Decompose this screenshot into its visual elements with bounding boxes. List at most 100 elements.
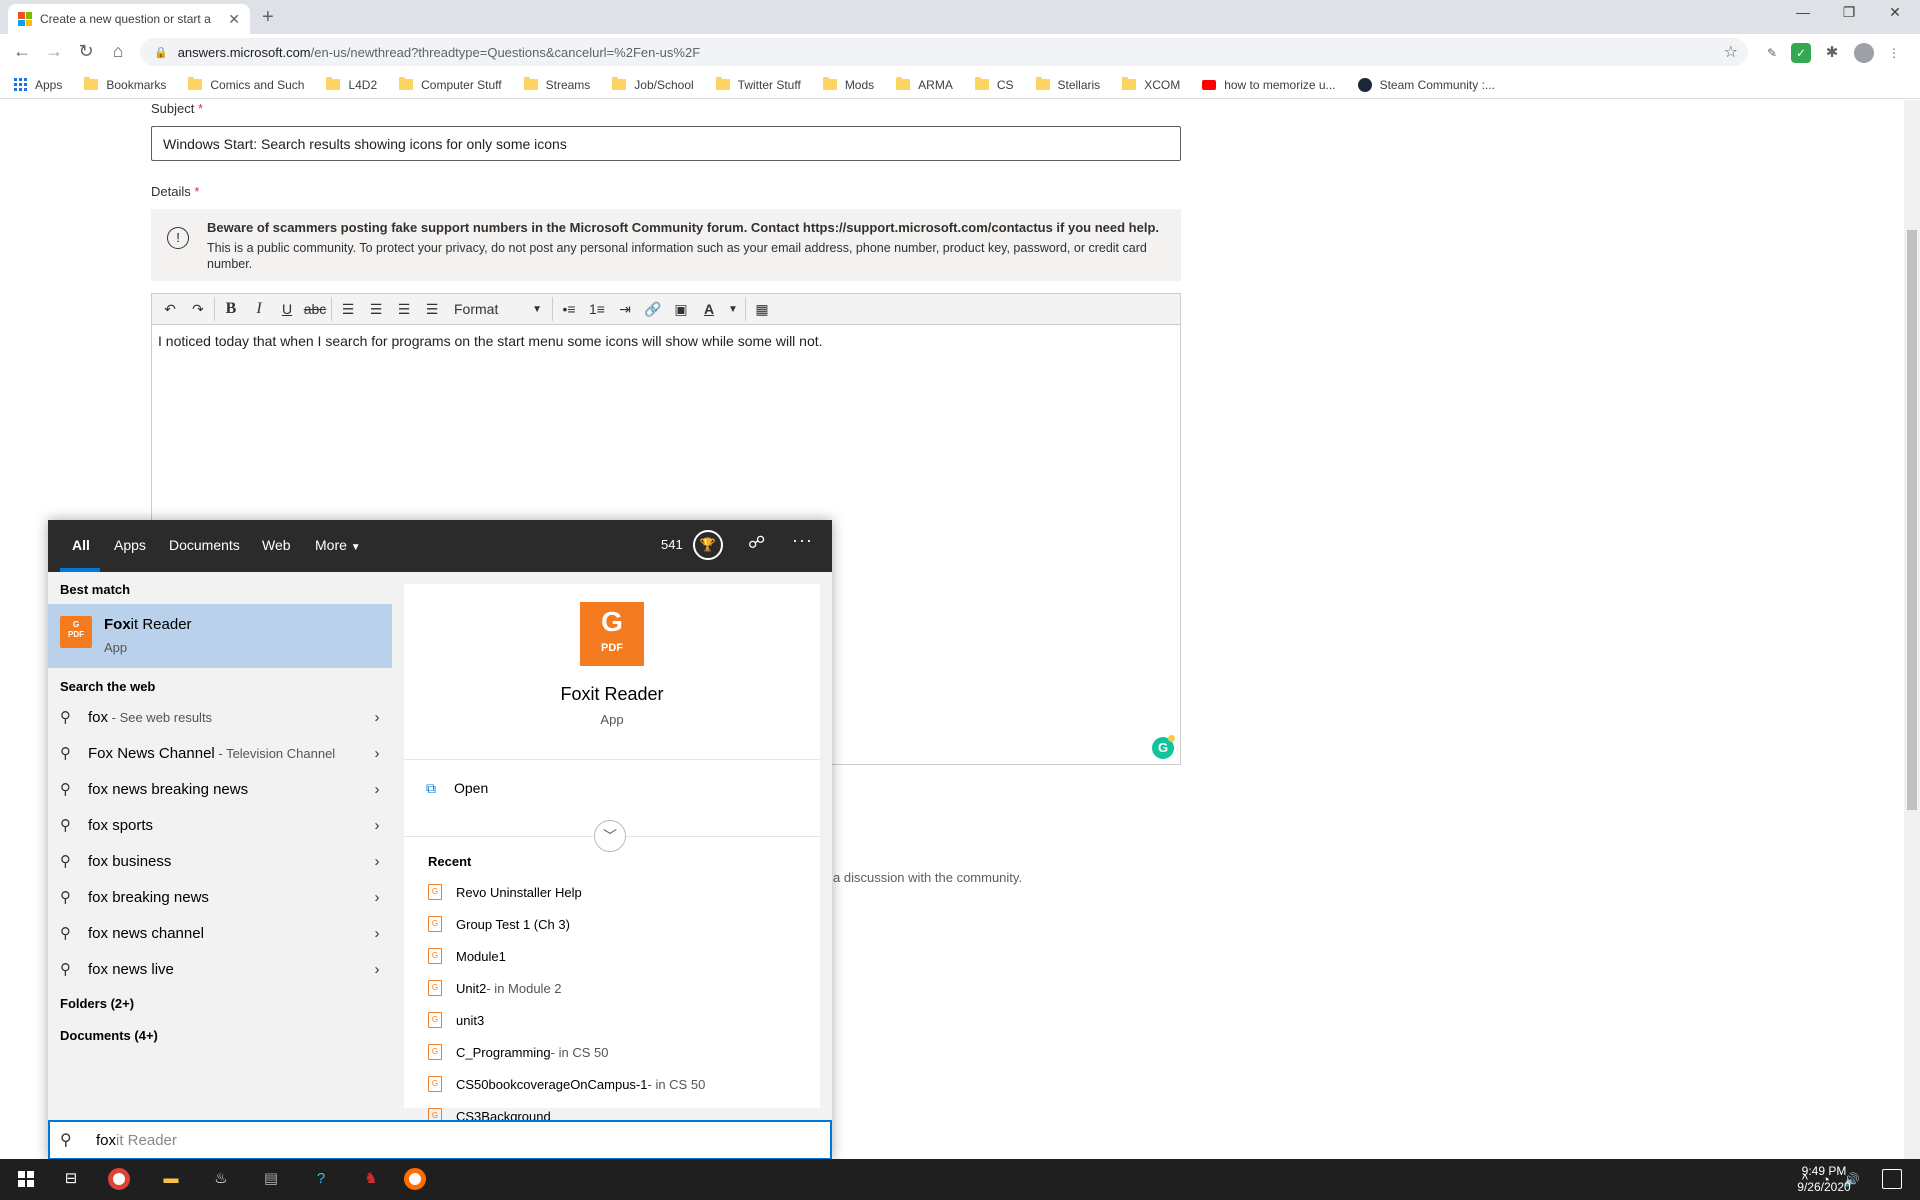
align-right-icon[interactable]: ☰ [390,295,418,323]
system-clock[interactable]: 9:49 PM 9/26/2020 [1784,1163,1864,1195]
indent-icon[interactable]: ⇥ [611,295,639,323]
chevron-right-icon[interactable]: › [362,745,392,762]
best-match-result[interactable]: G PDF Foxit Reader App [48,604,392,668]
bookmark-item[interactable]: ARMA [896,77,953,92]
bookmark-item[interactable]: Computer Stuff [399,77,502,92]
chevron-right-icon[interactable]: › [362,853,392,870]
browser-taskbar-icon[interactable] [404,1168,426,1190]
close-window-button[interactable]: ✕ [1872,4,1918,21]
redo-icon[interactable]: ↷ [184,295,212,323]
chevron-right-icon[interactable]: › [362,961,392,978]
bookmark-item[interactable]: Stellaris [1035,77,1100,92]
recent-file-row[interactable]: G Group Test 1 (Ch 3) [428,908,570,940]
tab-more[interactable]: More ▼ [315,537,361,553]
tab-apps[interactable]: Apps [114,537,146,553]
tab-web[interactable]: Web [262,537,291,553]
bookmark-item[interactable]: Streams [523,77,590,92]
subject-input[interactable]: Windows Start: Search results showing ic… [151,126,1181,161]
chevron-right-icon[interactable]: › [362,781,392,798]
task-view-icon[interactable]: ⊟ [58,1166,84,1192]
feedback-icon[interactable]: ☍ [748,533,765,553]
new-tab-button[interactable]: + [262,6,274,29]
steam-taskbar-icon[interactable]: ♨ [208,1166,234,1192]
search-input[interactable]: ⚲ fox it Reader [48,1120,832,1160]
recent-file-row[interactable]: G C_Programming - in CS 50 [428,1036,608,1068]
game-taskbar-icon[interactable]: ♞ [358,1166,384,1192]
page-scrollbar[interactable] [1904,100,1920,1159]
extensions-puzzle-icon[interactable]: ✱ [1822,43,1842,63]
recent-file-row[interactable]: G CS50bookcoverageOnCampus-1 - in CS 50 [428,1068,705,1100]
undo-icon[interactable]: ↶ [156,295,184,323]
bookmark-item[interactable]: XCOM [1122,77,1180,92]
bold-button[interactable]: B [217,295,245,323]
start-button[interactable] [13,1166,39,1192]
underline-button[interactable]: U [273,295,301,323]
chevron-right-icon[interactable]: › [362,889,392,906]
bookmark-item[interactable]: CS [974,77,1014,92]
address-bar[interactable]: 🔒 answers.microsoft.com/en-us/newthread?… [140,38,1748,66]
forward-button[interactable]: → [42,41,66,62]
folders-heading[interactable]: Folders (2+) [60,996,134,1011]
extension-icon-2[interactable]: ✓ [1791,43,1811,63]
extension-icon-1[interactable]: ✎ [1762,43,1782,63]
web-result-row[interactable]: ⚲ Fox News Channel - Television Channel › [48,735,392,771]
recent-file-row[interactable]: Gunit3 [428,1004,484,1036]
open-action[interactable]: ⧉ Open [404,770,820,806]
help-taskbar-icon[interactable]: ? [308,1166,334,1192]
align-justify-icon[interactable]: ☰ [418,295,446,323]
recent-file-row[interactable]: G Unit2 - in Module 2 [428,972,562,1004]
lock-icon[interactable]: 🔒 [154,46,168,59]
menu-kebab-icon[interactable]: ⋮ [1884,43,1904,63]
image-icon[interactable]: ▣ [667,295,695,323]
scrollbar-thumb[interactable] [1907,230,1917,810]
align-center-icon[interactable]: ☰ [362,295,390,323]
web-result-row[interactable]: ⚲ fox news breaking news › [48,771,392,807]
align-left-icon[interactable]: ☰ [334,295,362,323]
web-result-row[interactable]: ⚲ fox breaking news › [48,879,392,915]
chevron-right-icon[interactable]: › [362,817,392,834]
tab-all[interactable]: All [72,537,90,553]
web-result-row[interactable]: ⚲ fox - See web results › [48,699,392,735]
bookmark-item[interactable]: how to memorize u... [1202,78,1336,92]
chevron-right-icon[interactable]: › [362,925,392,942]
browser-tab[interactable]: Create a new question or start a ✕ [8,4,250,34]
bookmark-star-icon[interactable]: ☆ [1724,42,1738,62]
bookmark-item[interactable]: Bookmarks [84,77,166,92]
more-options-icon[interactable]: ··· [792,530,813,551]
chevron-right-icon[interactable]: › [362,709,392,726]
chrome-taskbar-icon[interactable] [108,1168,130,1190]
table-icon[interactable]: ▦ [748,295,776,323]
bookmark-item[interactable]: Mods [822,77,874,92]
tab-documents[interactable]: Documents [169,537,240,553]
bookmark-item[interactable]: Comics and Such [188,77,304,92]
back-button[interactable]: ← [10,41,34,62]
home-button[interactable]: ⌂ [106,41,130,62]
minimize-button[interactable]: — [1780,4,1826,20]
action-center-icon[interactable] [1882,1169,1902,1189]
web-result-row[interactable]: ⚲ fox news channel › [48,915,392,951]
expand-chevron-button[interactable]: ﹀ [594,820,626,852]
profile-avatar[interactable] [1854,43,1874,63]
bookmark-item[interactable]: Twitter Stuff [715,77,801,92]
web-result-row[interactable]: ⚲ fox business › [48,843,392,879]
documents-heading[interactable]: Documents (4+) [60,1028,158,1043]
link-icon[interactable]: 🔗 [639,295,667,323]
strikethrough-button[interactable]: abc [301,295,329,323]
bookmark-item[interactable]: Job/School [612,77,694,92]
italic-button[interactable]: I [245,295,273,323]
restore-button[interactable]: ❐ [1826,4,1872,21]
bookmark-item[interactable]: Steam Community :... [1357,77,1495,92]
trophy-icon[interactable]: 🏆 [693,530,723,560]
bookmark-item[interactable]: L4D2 [326,77,377,92]
recent-file-row[interactable]: G Revo Uninstaller Help [428,876,582,908]
web-result-row[interactable]: ⚲ fox news live › [48,951,392,987]
text-color-icon[interactable]: A [695,295,723,323]
recent-file-row[interactable]: G Module1 [428,940,506,972]
bookmark-item[interactable]: Apps [14,78,62,92]
app-taskbar-icon[interactable]: ▤ [258,1166,284,1192]
file-explorer-icon[interactable]: ▬ [158,1166,184,1192]
bullet-list-icon[interactable]: •≡ [555,295,583,323]
numbered-list-icon[interactable]: 1≡ [583,295,611,323]
format-dropdown[interactable]: Format ▼ [446,295,550,323]
chevron-down-icon[interactable]: ▼ [723,295,743,323]
